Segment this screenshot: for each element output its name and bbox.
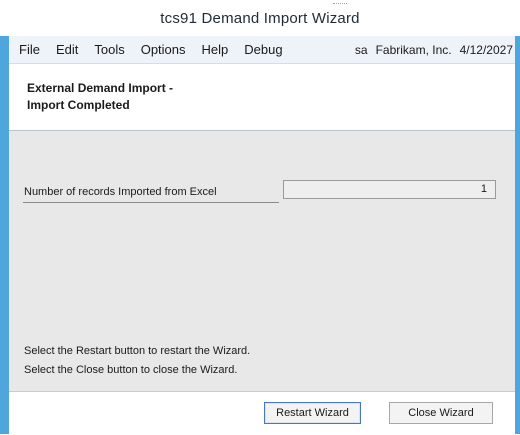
company-name: Fabrikam, Inc. [375,42,452,57]
restart-wizard-button[interactable]: Restart Wizard [264,402,361,424]
records-label: Number of records Imported from Excel [24,186,217,198]
wizard-header: External Demand Import - Import Complete… [9,64,515,131]
wizard-content: Number of records Imported from Excel 1 … [9,131,515,391]
close-wizard-button[interactable]: Close Wizard [389,402,493,424]
menu-bar: File Edit Tools Options Help Debug sa Fa… [9,36,515,64]
instruction-close: Select the Close button to close the Wiz… [24,364,238,376]
session-info: sa Fabrikam, Inc. 4/12/2027 [354,36,515,63]
heading-line-2: Import Completed [27,98,130,112]
instruction-restart: Select the Restart button to restart the… [24,345,251,357]
window-border-left [0,36,9,434]
menu-edit[interactable]: Edit [48,36,86,63]
menu-debug[interactable]: Debug [236,36,290,63]
title-bar[interactable]: tcs91 Demand Import Wizard [0,0,520,36]
window-border-right [515,36,520,434]
menu-file[interactable]: File [9,36,48,63]
menu-help[interactable]: Help [194,36,237,63]
wizard-heading: External Demand Import - Import Complete… [27,80,173,114]
menu-tools[interactable]: Tools [86,36,132,63]
button-bar: Restart Wizard Close Wizard [9,391,515,435]
menu-options[interactable]: Options [133,36,194,63]
user-name: sa [354,42,368,57]
records-value-field: 1 [283,180,496,199]
session-date: 4/12/2027 [459,42,513,57]
heading-line-1: External Demand Import - [27,81,174,95]
window-title: tcs91 Demand Import Wizard [160,9,360,27]
records-label-underline [23,202,279,203]
title-grip [333,3,347,6]
